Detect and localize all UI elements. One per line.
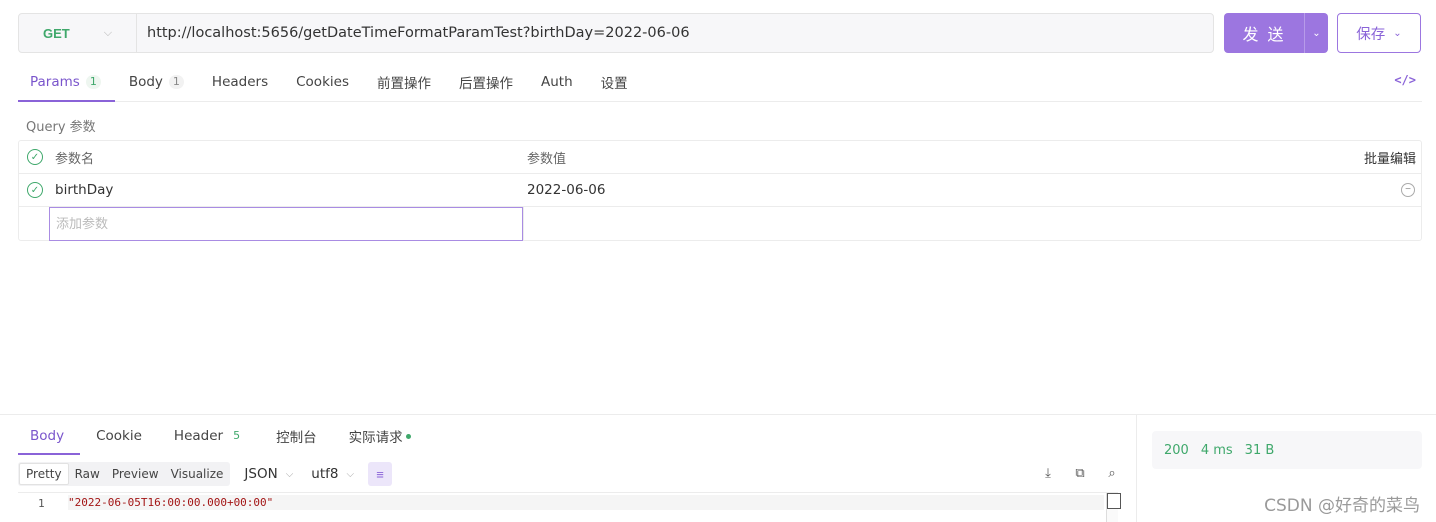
tab-label: 后置操作 bbox=[458, 75, 513, 92]
word-wrap-icon[interactable]: ≡ bbox=[368, 462, 393, 486]
response-status-box: 200 4 ms 31 B bbox=[1152, 431, 1422, 469]
response-tools: ⤓ ⧉ ⌕ bbox=[1040, 465, 1120, 481]
tab-response-header[interactable]: Header 5 bbox=[158, 418, 260, 454]
tab-body[interactable]: Body 1 bbox=[115, 62, 198, 101]
tab-headers[interactable]: Headers bbox=[198, 62, 282, 101]
query-section-label: Query 参数 bbox=[26, 120, 96, 135]
response-tabs: Body Cookie Header 5 控制台 实际请求 bbox=[18, 418, 427, 455]
tab-label: Auth bbox=[540, 73, 573, 90]
column-header-value: 参数值 bbox=[527, 151, 567, 167]
tab-response-cookie[interactable]: Cookie bbox=[80, 418, 158, 454]
tab-params[interactable]: Params 1 bbox=[18, 62, 115, 102]
response-time: 4 ms bbox=[1200, 442, 1233, 458]
table-row-new bbox=[19, 207, 1421, 241]
response-size: 31 B bbox=[1244, 442, 1275, 458]
response-body-editor[interactable]: 1 "2022-06-05T16:00:00.000+00:00" bbox=[18, 492, 1121, 522]
tab-label: Header bbox=[173, 428, 224, 444]
column-divider bbox=[523, 207, 524, 240]
method-select[interactable]: GET ⌵ bbox=[19, 14, 137, 52]
view-mode-segmented: Pretty Raw Preview Visualize bbox=[18, 462, 231, 486]
tab-pre-actions[interactable]: 前置操作 bbox=[363, 62, 445, 101]
chevron-down-icon: ⌵ bbox=[346, 468, 355, 480]
tab-label: Headers bbox=[211, 73, 269, 90]
language-select[interactable]: JSON ⌵ bbox=[240, 466, 297, 482]
watermark: CSDN @好奇的菜鸟 bbox=[1264, 496, 1420, 516]
editor-scrollbar[interactable] bbox=[1106, 493, 1121, 522]
tab-auth[interactable]: Auth bbox=[527, 62, 587, 101]
language-value: JSON bbox=[244, 466, 278, 482]
status-dot-icon bbox=[405, 433, 411, 439]
remove-circle-icon[interactable]: − bbox=[1401, 183, 1415, 197]
tab-response-body[interactable]: Body bbox=[18, 418, 81, 455]
copy-icon[interactable]: ⧉ bbox=[1072, 465, 1088, 481]
line-number: 1 bbox=[38, 497, 45, 510]
count-badge: 1 bbox=[85, 74, 101, 89]
tab-settings[interactable]: 设置 bbox=[587, 62, 642, 101]
chevron-down-icon: ⌵ bbox=[285, 468, 294, 480]
code-snippet-icon[interactable]: </> bbox=[1394, 73, 1416, 87]
tab-label: 控制台 bbox=[276, 430, 317, 446]
column-header-name: 参数名 bbox=[55, 151, 95, 167]
view-visualize[interactable]: Visualize bbox=[165, 463, 230, 485]
tab-label: Body bbox=[128, 73, 163, 90]
format-toolbar: Pretty Raw Preview Visualize JSON ⌵ utf8… bbox=[18, 462, 393, 486]
tab-console[interactable]: 控制台 bbox=[260, 418, 333, 454]
table-row: ✓ birthDay 2022-06-06 − bbox=[19, 174, 1421, 207]
url-bar: GET ⌵ bbox=[18, 13, 1214, 53]
count-badge: 5 bbox=[233, 429, 241, 442]
send-button[interactable]: 发 送 bbox=[1224, 13, 1304, 53]
chevron-down-icon: ⌵ bbox=[103, 26, 113, 39]
tab-cookies[interactable]: Cookies bbox=[282, 62, 363, 101]
count-badge: 1 bbox=[168, 74, 184, 89]
send-options-chevron-icon[interactable]: ⌄ bbox=[1304, 13, 1328, 53]
search-icon[interactable]: ⌕ bbox=[1104, 465, 1120, 481]
param-value-cell[interactable]: 2022-06-06 bbox=[527, 182, 1421, 198]
tab-actual-request[interactable]: 实际请求 bbox=[333, 418, 427, 454]
method-label: GET bbox=[42, 25, 70, 41]
tab-label: 前置操作 bbox=[376, 75, 431, 92]
status-code: 200 bbox=[1164, 442, 1189, 458]
encoding-value: utf8 bbox=[311, 466, 339, 482]
response-divider bbox=[0, 414, 1436, 415]
view-pretty[interactable]: Pretty bbox=[19, 463, 69, 485]
tab-label: Cookie bbox=[96, 428, 142, 444]
tab-label: Params bbox=[30, 73, 80, 90]
url-input[interactable] bbox=[137, 14, 1213, 52]
response-body-line: "2022-06-05T16:00:00.000+00:00" bbox=[68, 495, 1104, 510]
view-preview[interactable]: Preview bbox=[106, 463, 165, 485]
encoding-select[interactable]: utf8 ⌵ bbox=[307, 466, 358, 482]
params-table: ✓ 参数名 参数值 批量编辑 ✓ birthDay 2022-06-06 − bbox=[18, 140, 1422, 241]
tab-post-actions[interactable]: 后置操作 bbox=[445, 62, 527, 101]
table-header-row: ✓ 参数名 参数值 批量编辑 bbox=[19, 141, 1421, 174]
chevron-down-icon: ⌄ bbox=[1393, 27, 1402, 39]
tab-label: Cookies bbox=[296, 73, 349, 90]
tab-label: Body bbox=[30, 428, 65, 444]
save-button[interactable]: 保存 ⌄ bbox=[1337, 13, 1421, 53]
bulk-edit-link[interactable]: 批量编辑 bbox=[1364, 148, 1416, 167]
add-param-input[interactable] bbox=[49, 207, 523, 241]
save-button-label: 保存 bbox=[1356, 26, 1386, 43]
view-raw[interactable]: Raw bbox=[69, 463, 106, 485]
send-button-group: 发 送 ⌄ bbox=[1224, 13, 1328, 53]
response-side-divider bbox=[1136, 415, 1137, 522]
check-circle-icon[interactable]: ✓ bbox=[27, 182, 43, 198]
check-all-icon[interactable]: ✓ bbox=[27, 149, 43, 165]
param-name-cell[interactable]: birthDay bbox=[51, 182, 527, 198]
tab-label: 实际请求 bbox=[348, 430, 403, 446]
tab-label: 设置 bbox=[600, 75, 628, 92]
download-icon[interactable]: ⤓ bbox=[1040, 465, 1056, 481]
request-tabs: Params 1 Body 1 Headers Cookies 前置操作 后置操… bbox=[18, 62, 1422, 102]
